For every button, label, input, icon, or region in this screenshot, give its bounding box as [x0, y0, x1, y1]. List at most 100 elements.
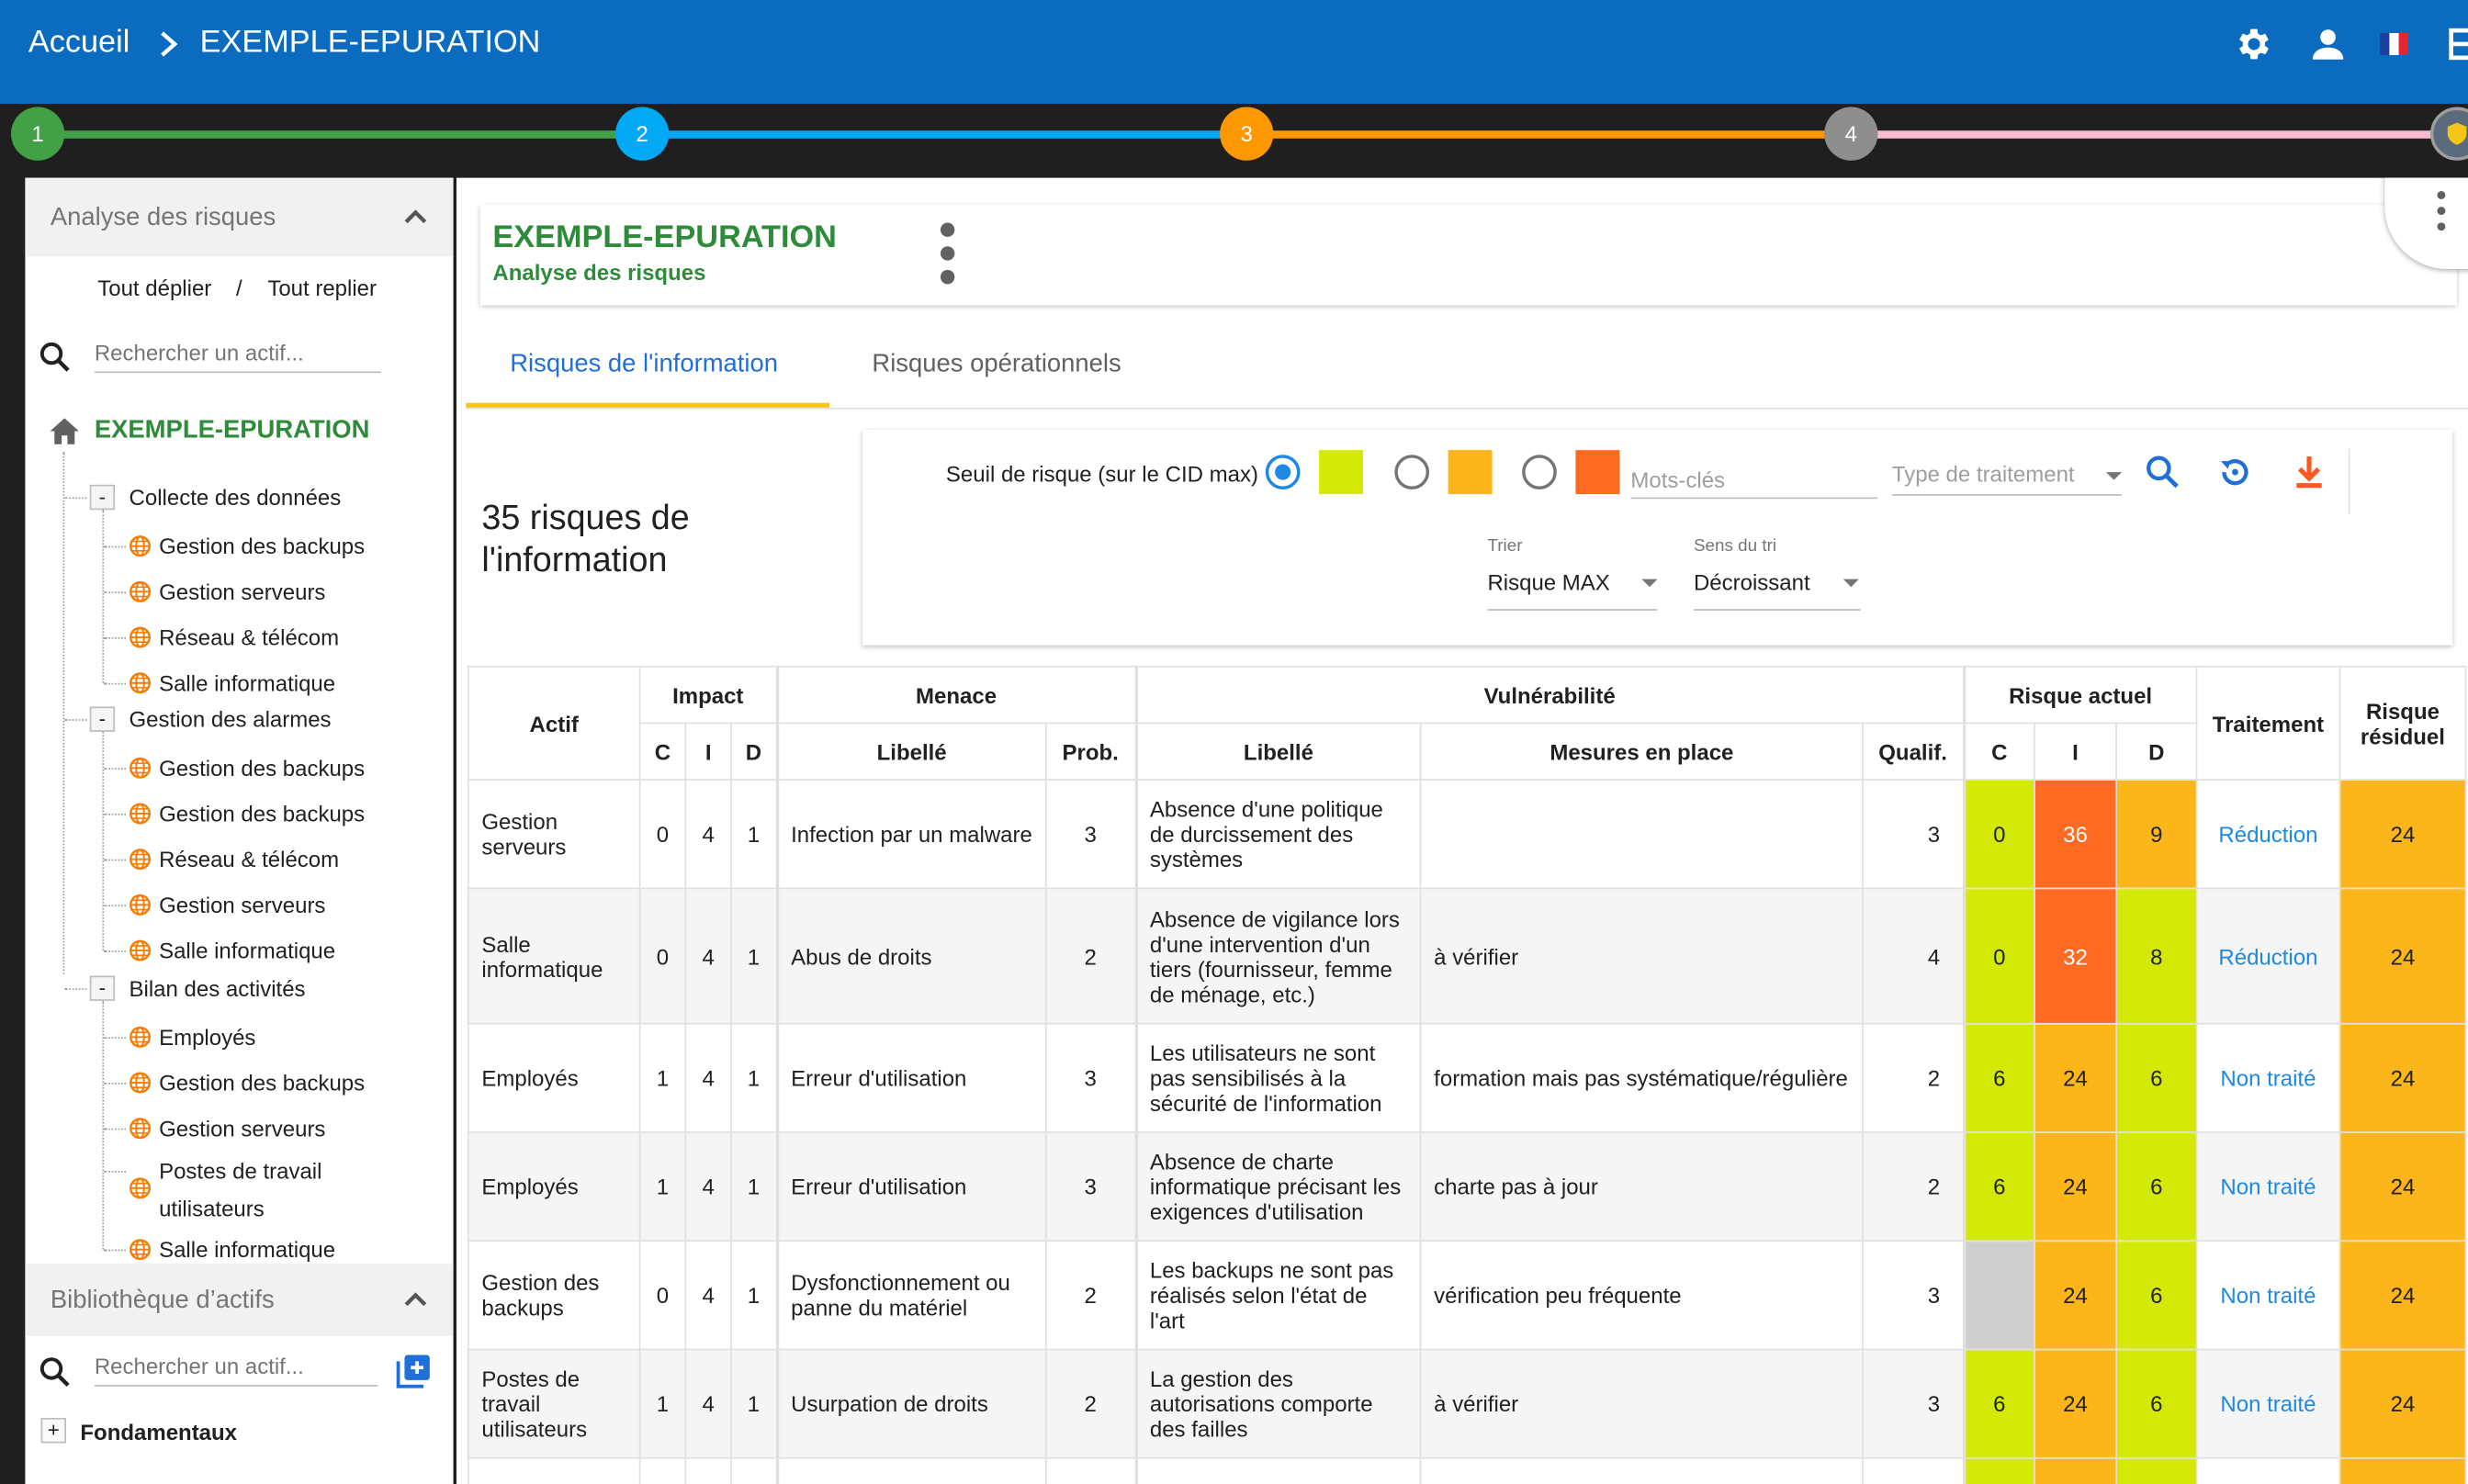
tree-leaf-label[interactable]: Réseau & télécom — [159, 840, 339, 878]
table-row[interactable]: Salle informatique 0 4 1 Abus de droits 2 Abse… — [467, 887, 2467, 1025]
col-actif[interactable]: Actif — [467, 665, 641, 781]
col-risque-c[interactable]: C — [1962, 722, 2035, 781]
download-icon[interactable] — [2290, 454, 2327, 491]
step-2[interactable]: 2 — [615, 107, 670, 161]
user-icon[interactable] — [2307, 24, 2349, 65]
reset-icon[interactable] — [2216, 454, 2254, 491]
order-select[interactable]: Décroissant — [1693, 569, 1861, 611]
sort-select[interactable]: Risque MAX — [1487, 569, 1658, 611]
threshold-radio-red[interactable] — [1522, 455, 1557, 489]
tree-leaf-label[interactable]: Salle informatique — [159, 932, 335, 970]
layout-icon[interactable] — [2446, 24, 2468, 65]
tree-leaf-label[interactable]: Employés — [159, 1018, 255, 1056]
tree-leaf-label[interactable]: Gestion serveurs — [159, 573, 325, 611]
step-4[interactable]: 4 — [1824, 107, 1878, 161]
col-impact-d[interactable]: D — [730, 722, 778, 781]
tree-leaf-label[interactable]: utilisateurs — [159, 1190, 265, 1228]
tree-connector — [104, 1083, 127, 1085]
tree-leaf-label[interactable]: Salle informatique — [159, 1231, 335, 1268]
col-vuln-libelle[interactable]: Libellé — [1133, 722, 1422, 781]
col-risque-residuel[interactable]: Risque résiduel — [2338, 665, 2467, 781]
cell-traitement-link[interactable]: Non traité — [2195, 1131, 2341, 1242]
tree-leaf-label[interactable]: Gestion des backups — [159, 794, 365, 832]
cell-mesures: vérification peu fréquente — [1419, 1240, 1865, 1351]
col-vuln-qualif[interactable]: Qualif. — [1862, 722, 1965, 781]
cell-mesures: à vérifier — [1419, 1348, 1865, 1459]
tab-information-risks[interactable]: Risques de l'information — [510, 351, 778, 379]
library-search-input[interactable] — [94, 1345, 378, 1387]
add-asset-icon[interactable] — [395, 1352, 433, 1389]
table-row[interactable]: Employés 1 4 1 Erreur d'utilisation 3 Les util… — [467, 1022, 2467, 1133]
more-vert-icon[interactable] — [2437, 190, 2446, 231]
tree-leaf-label[interactable]: Gestion des backups — [159, 1063, 365, 1101]
tree-leaf-label[interactable]: Gestion serveurs — [159, 1109, 325, 1147]
cell-prob: 3 — [1044, 1131, 1137, 1242]
table-row[interactable]: Employés 1 4 1 Erreur d'utilisation 3 Absence … — [467, 1131, 2467, 1242]
collapse-all-link[interactable]: Tout replier — [267, 275, 377, 300]
step-1[interactable]: 1 — [10, 107, 65, 161]
group-toggle[interactable]: - — [89, 484, 116, 511]
cell-empty — [684, 1456, 732, 1484]
table-row[interactable]: Postes de travail utilisateurs 1 4 1 Usurpat… — [467, 1348, 2467, 1459]
cell-traitement-link[interactable]: Réduction — [2195, 779, 2341, 890]
cell-risque-d: 9 — [2115, 779, 2198, 890]
cell-traitement-link[interactable]: Non traité — [2195, 1348, 2341, 1459]
breadcrumb-home[interactable]: Accueil — [28, 25, 130, 61]
table-row[interactable] — [467, 1456, 2467, 1484]
tree-leaf-label[interactable]: Gestion des backups — [159, 527, 365, 565]
treatment-type-select[interactable]: Type de traitement — [1891, 455, 2123, 496]
cell-traitement-link[interactable]: Réduction — [2195, 887, 2341, 1025]
fundamentals-toggle[interactable]: + — [40, 1418, 66, 1444]
fundamentals-label[interactable]: Fondamentaux — [80, 1420, 237, 1445]
analysis-panel-header[interactable]: Analyse des risques — [25, 177, 454, 257]
tree-leaf-label[interactable]: Réseau & télécom — [159, 618, 339, 656]
chevron-up-icon[interactable] — [403, 1292, 428, 1308]
tree-connector — [104, 813, 127, 815]
analysis-title: EXEMPLE-EPURATION — [492, 219, 837, 255]
asset-search-input[interactable] — [94, 332, 381, 374]
col-traitement[interactable]: Traitement — [2195, 665, 2341, 781]
col-risque-d[interactable]: D — [2115, 722, 2198, 781]
tree-leaf-label[interactable]: Gestion des backups — [159, 749, 365, 787]
table-row[interactable]: Gestion des backups 0 4 1 Dysfonctionnement … — [467, 1240, 2467, 1351]
step-3[interactable]: 3 — [1220, 107, 1274, 161]
chevron-up-icon[interactable] — [403, 209, 428, 225]
tree-group-label[interactable]: Bilan des activités — [130, 975, 306, 1000]
french-flag-icon[interactable] — [2377, 24, 2412, 65]
step-5-shield-icon[interactable] — [2429, 107, 2468, 161]
keywords-input[interactable]: Mots-clés — [1630, 458, 1878, 500]
more-vert-icon[interactable] — [940, 222, 955, 286]
cell-menace: Abus de droits — [774, 887, 1047, 1025]
col-menace-libelle[interactable]: Libellé — [774, 722, 1047, 781]
col-risque-i[interactable]: I — [2034, 722, 2117, 781]
threshold-radio-orange[interactable] — [1394, 455, 1430, 489]
cell-empty — [2034, 1456, 2117, 1484]
col-menace-prob[interactable]: Prob. — [1044, 722, 1137, 781]
tree-group-label[interactable]: Collecte des données — [130, 485, 342, 510]
tree-leaf-label[interactable]: Salle informatique — [159, 664, 335, 702]
cell-qualif: 3 — [1862, 1240, 1965, 1351]
gear-icon[interactable] — [2234, 24, 2275, 65]
group-toggle[interactable]: - — [89, 706, 116, 732]
cell-traitement-link[interactable]: Non traité — [2195, 1240, 2341, 1351]
table-row[interactable]: Gestion serveurs 0 4 1 Infection par un malw… — [467, 779, 2467, 890]
col-vuln-mesures[interactable]: Mesures en place — [1419, 722, 1865, 781]
library-panel-header[interactable]: Bibliothèque d’actifs — [25, 1264, 454, 1336]
cell-traitement-link[interactable]: Non traité — [2195, 1022, 2341, 1133]
threshold-radio-green[interactable] — [1265, 455, 1301, 489]
tree-leaf-label[interactable]: Postes de travail — [159, 1152, 321, 1189]
tree-group-label[interactable]: Gestion des alarmes — [130, 706, 332, 731]
search-icon[interactable] — [2144, 454, 2181, 491]
col-impact: Impact — [638, 665, 778, 725]
cell-prob: 2 — [1044, 887, 1137, 1025]
cell-empty — [1044, 1456, 1137, 1484]
group-toggle[interactable]: - — [89, 975, 116, 1001]
expand-all-link[interactable]: Tout déplier — [97, 275, 211, 300]
col-impact-c[interactable]: C — [638, 722, 687, 781]
cell-impact-c: 0 — [638, 887, 687, 1025]
risk-table-body: Gestion serveurs 0 4 1 Infection par un malw… — [467, 779, 2467, 1484]
tree-connector — [104, 545, 127, 548]
col-impact-i[interactable]: I — [684, 722, 732, 781]
tab-operational-risks[interactable]: Risques opérationnels — [872, 351, 1121, 379]
tree-leaf-label[interactable]: Gestion serveurs — [159, 886, 325, 924]
